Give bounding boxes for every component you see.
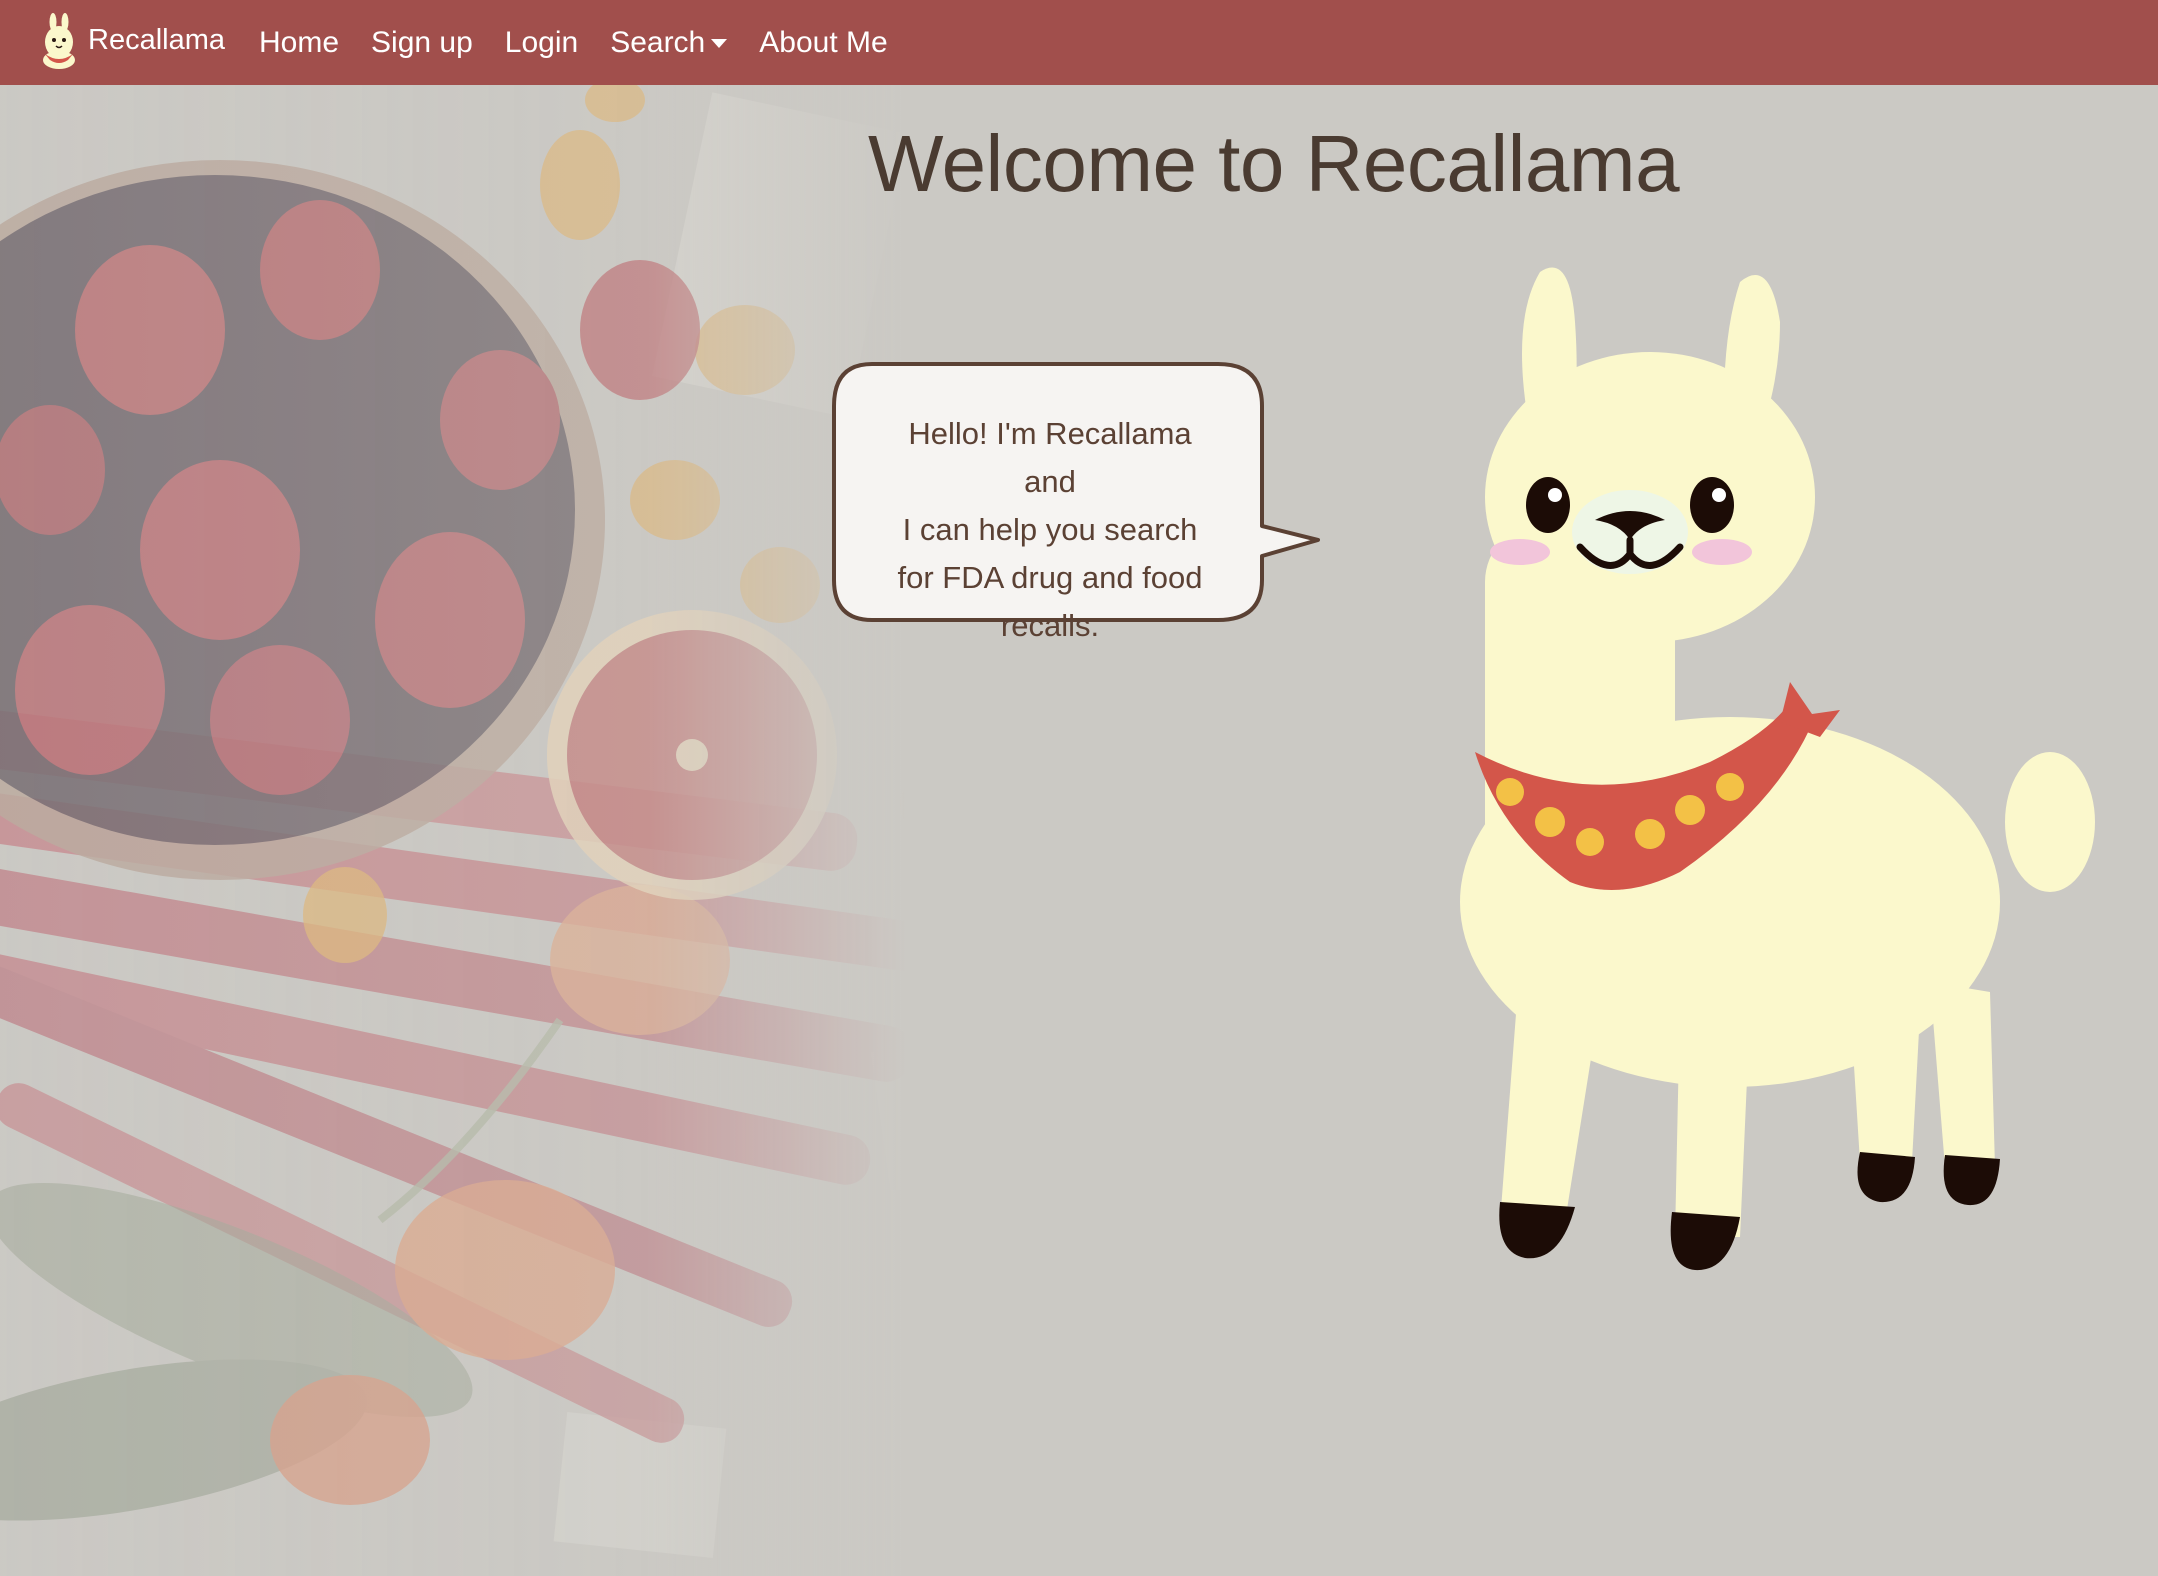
nav-signup-link[interactable]: Sign up (371, 26, 473, 60)
llama-logo-icon (43, 12, 75, 69)
brand-link[interactable]: Recallama (38, 12, 225, 70)
bubble-line: Hello! I'm Recallama (908, 416, 1192, 451)
page-title: Welcome to Recallama (868, 119, 1680, 208)
llama-mascot-image (1460, 267, 2095, 1271)
bubble-line: for FDA drug and food (897, 560, 1203, 595)
nav-search-label: Search (610, 25, 706, 59)
nav-search-dropdown[interactable]: Search (610, 25, 728, 60)
bubble-line: I can help you search (902, 512, 1198, 547)
caret-down-icon (711, 39, 728, 48)
nav-about-link[interactable]: About Me (759, 26, 887, 60)
bubble-line: and (1024, 464, 1076, 499)
bubble-line: recalls. (1000, 608, 1100, 643)
nav-home-link[interactable]: Home (259, 26, 339, 60)
brand-label: Recallama (88, 24, 225, 56)
nav-login-link[interactable]: Login (505, 26, 578, 60)
top-navbar: Recallama Home Sign up Login Search Abou… (0, 0, 2158, 85)
speech-bubble: Hello! I'm Recallama and I can help you … (832, 362, 1320, 643)
speech-bubble-text: Hello! I'm Recallama and I can help you … (850, 410, 1250, 650)
